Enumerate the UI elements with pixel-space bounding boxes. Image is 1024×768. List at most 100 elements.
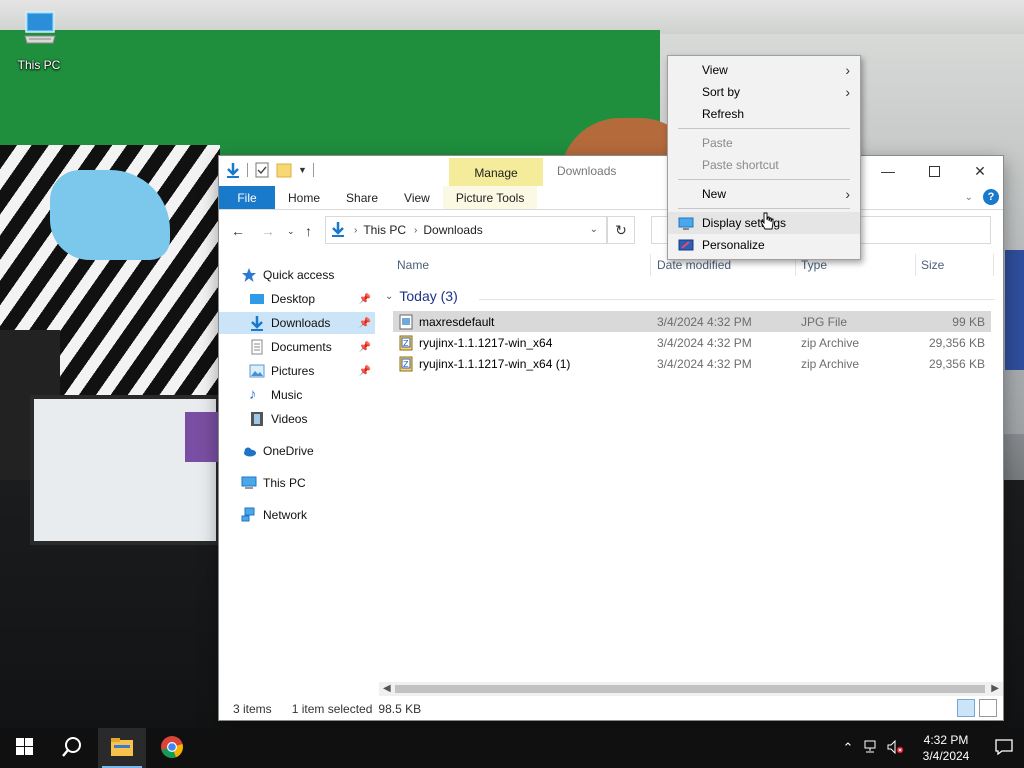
recent-locations-icon[interactable]: ⌄ (287, 226, 295, 237)
scroll-left-icon[interactable]: ◀ (383, 682, 391, 696)
sidebar-item-downloads[interactable]: Downloads 📌 (219, 312, 375, 334)
file-type: JPG File (801, 314, 848, 329)
zip-file-icon: Z (399, 356, 413, 372)
menu-item-label: Personalize (702, 238, 765, 252)
tab-view[interactable]: View (391, 186, 443, 209)
pin-icon[interactable]: 📌 (359, 318, 371, 329)
column-divider[interactable] (915, 254, 916, 276)
tab-picture-tools[interactable]: Picture Tools (442, 186, 538, 209)
tab-file[interactable]: File (219, 186, 275, 209)
help-icon[interactable]: ? (983, 189, 999, 205)
sidebar-item-this-pc[interactable]: This PC (241, 472, 375, 494)
taskbar-chrome[interactable] (148, 728, 196, 768)
back-button[interactable]: ← (231, 223, 245, 239)
chevron-right-icon[interactable]: › (354, 225, 357, 236)
chrome-icon (160, 735, 184, 762)
pictures-icon (249, 363, 265, 379)
sidebar-item-quick-access[interactable]: Quick access (241, 264, 375, 286)
sidebar-item-label: Pictures (271, 364, 315, 378)
wallpaper-green-screen (0, 30, 660, 160)
scroll-right-icon[interactable]: ▶ (991, 682, 999, 696)
sidebar-item-pictures[interactable]: Pictures 📌 (249, 360, 375, 382)
file-date-modified: 3/4/2024 4:32 PM (657, 335, 752, 350)
window-title: Downloads (557, 164, 617, 178)
close-button[interactable]: ✕ (957, 156, 1003, 186)
group-header-today[interactable]: ⌄ Today (3) (385, 288, 458, 304)
search-button[interactable] (48, 728, 96, 768)
sidebar-item-label: Documents (271, 340, 332, 354)
table-row[interactable]: Z ryujinx-1.1.1217-win_x64 (1) 3/4/2024 … (393, 353, 991, 374)
chevron-right-icon[interactable]: › (414, 225, 417, 236)
file-name: ryujinx-1.1.1217-win_x64 (1) (419, 356, 571, 371)
pin-icon[interactable]: 📌 (359, 366, 371, 377)
forward-button[interactable]: → (261, 223, 275, 239)
menu-item-paste[interactable]: Paste (668, 132, 860, 154)
taskbar-clock[interactable]: 4:32 PM 3/4/2024 (908, 732, 984, 764)
view-toggles (957, 699, 997, 717)
start-button[interactable] (0, 728, 48, 768)
column-header-name[interactable]: Name (397, 252, 429, 278)
videos-icon (249, 411, 265, 427)
status-selection-size: 98.5 KB (378, 702, 422, 716)
expand-ribbon-icon[interactable]: ⌄ (965, 192, 973, 203)
tab-home[interactable]: Home (275, 186, 333, 209)
customize-toolbar-icon[interactable]: ▼ (298, 165, 307, 175)
action-center-button[interactable] (984, 738, 1024, 758)
menu-item-refresh[interactable]: Refresh (668, 103, 860, 125)
ribbon-right-controls: ⌄ ? (965, 189, 999, 205)
manage-context-tab[interactable]: Manage (449, 158, 543, 186)
sidebar-item-music[interactable]: ♪ Music (249, 384, 375, 406)
sidebar-item-documents[interactable]: Documents 📌 (249, 336, 375, 358)
menu-item-view[interactable]: View › (668, 59, 860, 81)
menu-item-new[interactable]: New › (668, 183, 860, 205)
onedrive-icon (241, 443, 257, 459)
table-row[interactable]: maxresdefault 3/4/2024 4:32 PM JPG File … (393, 311, 991, 332)
this-pc-icon (23, 10, 56, 46)
status-item-count: 3 items (233, 702, 272, 716)
address-bar[interactable]: › This PC › Downloads ⌄ (325, 216, 607, 244)
refresh-button[interactable]: ↻ (607, 216, 635, 244)
sidebar-item-network[interactable]: Network (241, 504, 375, 526)
column-divider[interactable] (650, 254, 651, 276)
menu-item-label: Refresh (702, 107, 745, 121)
title-bar[interactable]: ▼ Manage Downloads — ✕ (219, 156, 1003, 186)
up-button[interactable]: ↑ (305, 223, 312, 239)
hand-cursor-icon (760, 212, 774, 234)
column-divider[interactable] (993, 254, 994, 276)
file-list[interactable]: Name Date modified Type Size ⌄ Today (3)… (379, 252, 1003, 682)
file-explorer-window[interactable]: ▼ Manage Downloads — ✕ File Home Share V… (218, 155, 1004, 721)
menu-item-sort-by[interactable]: Sort by › (668, 81, 860, 103)
this-pc-icon (241, 475, 257, 491)
large-icons-view-button[interactable] (979, 699, 997, 717)
pin-icon[interactable]: 📌 (359, 294, 371, 305)
details-view-button[interactable] (957, 699, 975, 717)
scrollbar-thumb[interactable] (395, 685, 985, 693)
sidebar-item-desktop[interactable]: Desktop 📌 (249, 288, 375, 310)
system-tray: ⌃ 4:32 PM 3/4/2024 (836, 728, 1024, 768)
search-icon (61, 736, 83, 761)
chevron-up-icon[interactable]: ⌃ (836, 740, 860, 756)
volume-muted-icon[interactable] (884, 739, 908, 757)
column-header-size[interactable]: Size (921, 252, 944, 278)
sidebar-item-videos[interactable]: Videos (249, 408, 375, 430)
taskbar-file-explorer[interactable] (98, 728, 146, 768)
desktop-icon-this-pc[interactable]: This PC (12, 10, 66, 72)
pin-icon[interactable]: 📌 (359, 342, 371, 353)
horizontal-scrollbar[interactable]: ◀ ▶ (379, 682, 1003, 696)
file-date-modified: 3/4/2024 4:32 PM (657, 356, 752, 371)
tab-share[interactable]: Share (333, 186, 391, 209)
table-row[interactable]: Z ryujinx-1.1.1217-win_x64 3/4/2024 4:32… (393, 332, 991, 353)
menu-item-paste-shortcut[interactable]: Paste shortcut (668, 154, 860, 176)
new-folder-icon[interactable] (276, 162, 292, 178)
maximize-button[interactable] (911, 156, 957, 186)
properties-icon[interactable] (254, 162, 270, 178)
minimize-button[interactable]: — (865, 156, 911, 186)
address-dropdown-icon[interactable]: ⌄ (590, 224, 598, 235)
menu-item-personalize[interactable]: Personalize (668, 234, 860, 256)
menu-item-label: Sort by (702, 85, 741, 99)
network-icon[interactable] (860, 740, 884, 757)
file-name: ryujinx-1.1.1217-win_x64 (419, 335, 553, 350)
sidebar-item-onedrive[interactable]: OneDrive (241, 440, 375, 462)
breadcrumb-this-pc[interactable]: This PC (363, 223, 406, 237)
breadcrumb-downloads[interactable]: Downloads (423, 223, 482, 237)
